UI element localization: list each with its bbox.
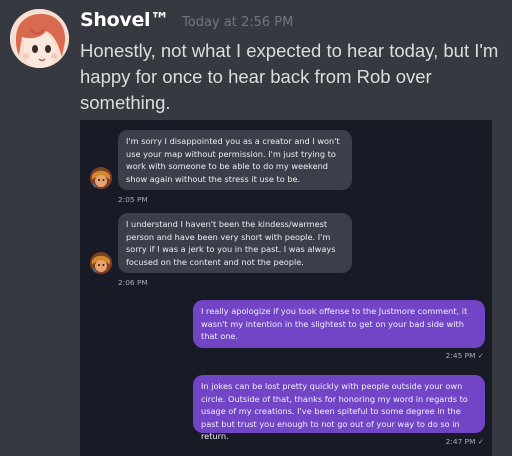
message-header: Shovel™ Today at 2:56 PM bbox=[80, 9, 293, 35]
sent-message-bubble: In jokes can be lost pretty quickly with… bbox=[193, 375, 485, 441]
chat-message: Shovel™ Today at 2:56 PM Honestly, not w… bbox=[0, 0, 512, 456]
message-timestamp: Today at 2:56 PM bbox=[182, 15, 294, 30]
sent-message-bubble: I really apologize if you took offense t… bbox=[193, 300, 485, 348]
message-time: 2:05 PM bbox=[118, 195, 148, 204]
message-text: Honestly, not what I expected to hear to… bbox=[80, 40, 499, 113]
user-avatar[interactable] bbox=[10, 9, 69, 68]
username[interactable]: Shovel™ bbox=[80, 9, 169, 31]
received-message-bubble: I'm sorry I disappointed you as a creato… bbox=[118, 130, 352, 190]
avatar-illustration bbox=[10, 9, 69, 68]
message-time: 2:47 PM ✓ bbox=[445, 437, 484, 446]
contact-avatar bbox=[90, 167, 112, 189]
contact-avatar-illustration bbox=[90, 167, 112, 189]
image-attachment[interactable]: I'm sorry I disappointed you as a creato… bbox=[80, 120, 492, 456]
message-time: 2:45 PM ✓ bbox=[445, 351, 484, 360]
message-time: 2:06 PM bbox=[118, 278, 148, 287]
contact-avatar bbox=[90, 252, 112, 274]
received-message-bubble: I understand I haven't been the kindess/… bbox=[118, 213, 352, 273]
contact-avatar-illustration bbox=[90, 252, 112, 274]
